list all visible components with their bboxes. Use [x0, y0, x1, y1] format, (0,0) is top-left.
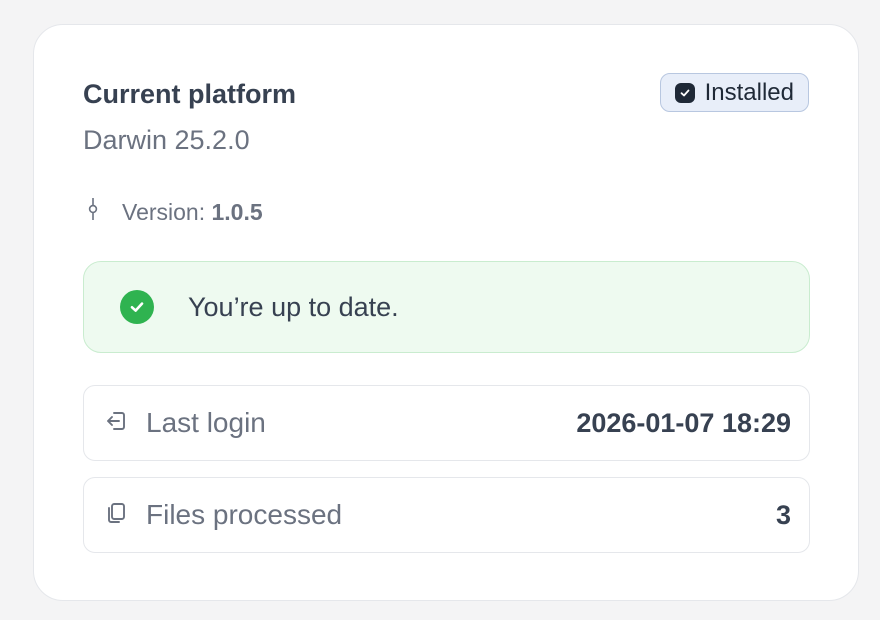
- platform-card: Current platform Installed Darwin 25.2.0…: [33, 24, 859, 601]
- version-label: Version:: [122, 198, 206, 225]
- files-processed-label: Files processed: [146, 499, 343, 530]
- last-login-value: 2026-01-07 18:29: [576, 407, 791, 438]
- check-circle-icon: [120, 290, 154, 324]
- version-line: Version: 1.0.5: [86, 197, 263, 227]
- check-square-icon: [674, 82, 695, 103]
- card-header: Current platform Installed: [83, 73, 809, 112]
- last-login-label: Last login: [146, 407, 266, 438]
- git-commit-icon: [86, 197, 100, 227]
- login-icon: [104, 409, 128, 438]
- last-login-row: Last login 2026-01-07 18:29: [83, 385, 810, 461]
- badge-label: Installed: [704, 78, 794, 106]
- up-to-date-banner: You’re up to date.: [83, 261, 810, 353]
- files-processed-value: 3: [775, 499, 791, 530]
- files-processed-row: Files processed 3: [83, 477, 810, 553]
- installed-badge: Installed: [659, 73, 809, 112]
- card-title: Current platform: [83, 79, 297, 109]
- version-value: 1.0.5: [211, 198, 263, 225]
- copy-files-icon: [104, 501, 128, 530]
- status-message: You’re up to date.: [188, 291, 399, 322]
- platform-name: Darwin 25.2.0: [83, 125, 250, 155]
- version-text: Version: 1.0.5: [122, 199, 263, 226]
